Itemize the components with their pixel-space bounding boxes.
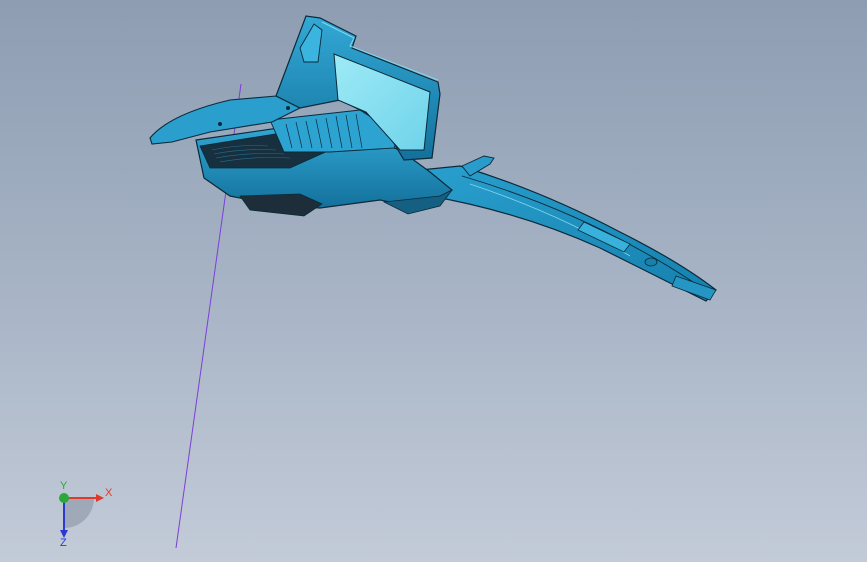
triad-shadow [64, 498, 94, 528]
model-scene[interactable] [0, 0, 867, 562]
coordinate-triad: X Y Z [59, 480, 113, 548]
x-axis-label: X [105, 487, 113, 499]
model-arm-boss [644, 257, 658, 267]
cad-viewport[interactable]: X Y Z [0, 0, 867, 562]
z-axis-label: Z [60, 537, 67, 548]
y-axis-dot [59, 493, 69, 503]
x-axis-head [96, 494, 104, 502]
y-axis-label: Y [60, 480, 68, 492]
model-flange-hole [218, 122, 222, 126]
model-flange-hole-2 [286, 106, 290, 110]
